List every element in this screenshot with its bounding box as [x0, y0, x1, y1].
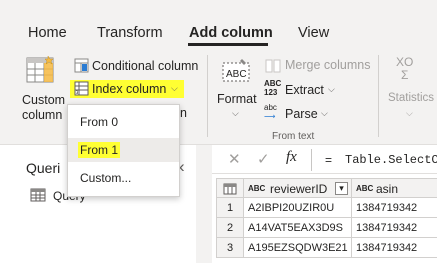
column-header-label: asin — [376, 182, 399, 196]
conditional-column-label: Conditional column — [92, 59, 199, 73]
format-label: Format — [217, 92, 257, 106]
extract-icon-top: ABC — [264, 79, 282, 88]
format-icon: ABC — [222, 59, 250, 82]
table-cell[interactable]: A2IBPI20UZIR0U — [244, 198, 352, 218]
statistics-icon-top: XO — [396, 55, 414, 69]
text-type-icon: ABC — [356, 184, 374, 193]
index-column-menu: From 0 From 1 Custom... — [67, 104, 180, 197]
custom-column-icon — [26, 55, 54, 83]
statistics-button[interactable]: XO Σ Statistics ⌵ — [385, 55, 435, 125]
grid-corner-table-button[interactable] — [216, 178, 244, 198]
formula-equals: = — [325, 153, 333, 167]
svg-text:ABC: ABC — [226, 69, 247, 80]
extract-icon-bottom: 123 — [264, 88, 278, 97]
statistics-label: Statistics — [388, 92, 435, 104]
merge-columns-icon — [265, 59, 281, 73]
column-header-label: reviewerID — [270, 182, 328, 196]
column-header-asin[interactable]: ABC asin — [352, 178, 437, 198]
formula-bar-separator — [311, 149, 312, 171]
menu-item-label: From 0 — [80, 115, 119, 129]
commit-formula-icon[interactable]: ✓ — [257, 150, 270, 168]
conditional-column-icon — [74, 58, 89, 73]
custom-column-label-line1: Custom — [22, 93, 66, 107]
conditional-column-button[interactable]: Conditional column — [72, 57, 202, 75]
index-column-label: Index column — [92, 82, 167, 96]
menu-item-custom[interactable]: Custom... — [68, 166, 179, 190]
tab-view[interactable]: View — [298, 25, 329, 41]
chevron-down-icon: ⌵ — [328, 84, 335, 94]
tab-transform[interactable]: Transform — [97, 25, 163, 41]
index-column-icon: 3 — [74, 81, 89, 96]
statistics-icon-bottom: Σ — [400, 68, 409, 82]
table-cell[interactable]: A195EZSQDW3E21 — [244, 238, 352, 258]
row-number[interactable]: 2 — [216, 218, 244, 238]
merge-columns-button[interactable]: Merge columns — [263, 57, 373, 75]
parse-button[interactable]: abc ⟶ Parse ⌵ — [263, 103, 343, 124]
pane-splitter[interactable] — [196, 145, 212, 263]
text-type-icon: ABC — [248, 184, 266, 193]
table-cell[interactable]: 1384719342 — [352, 238, 437, 258]
table-cell[interactable]: 1384719342 — [352, 218, 437, 238]
ribbon-separator — [378, 55, 379, 137]
ribbon-separator — [207, 55, 208, 137]
chevron-down-icon: ⌵ — [232, 108, 239, 118]
parse-icon: abc ⟶ — [264, 103, 277, 121]
data-grid: ABC reviewerID ▾ ABC asin 1 A2IBPI20UZIR… — [216, 178, 437, 263]
merge-columns-label: Merge columns — [285, 58, 371, 72]
parse-label: Parse — [285, 107, 318, 121]
index-column-button[interactable]: 3 Index column ⌵ — [70, 80, 184, 98]
extract-icon: ABC 123 — [264, 79, 281, 97]
fx-icon[interactable]: fx — [286, 149, 297, 166]
chevron-down-icon: ⌵ — [406, 108, 413, 118]
custom-column-label-line2: column — [22, 108, 63, 122]
cancel-formula-icon[interactable]: ✕ — [228, 150, 241, 168]
chevron-down-icon: ⌵ — [321, 108, 328, 118]
parse-icon-text: abc — [264, 103, 277, 112]
tab-home[interactable]: Home — [28, 25, 67, 41]
table-cell[interactable]: 1384719342 — [352, 198, 437, 218]
from-text-group-label: From text — [272, 131, 315, 142]
svg-text:3: 3 — [76, 90, 79, 95]
table-icon — [30, 188, 46, 202]
extract-label: Extract — [285, 83, 324, 97]
table-icon — [223, 183, 237, 195]
table-cell[interactable]: A14VAT5EAX3D9S — [244, 218, 352, 238]
extract-button[interactable]: ABC 123 Extract ⌵ — [263, 79, 343, 100]
queries-pane-title: Queri — [26, 160, 61, 176]
formula-input[interactable]: Table.SelectCo — [345, 153, 437, 167]
chevron-down-icon: ⌵ — [171, 83, 178, 93]
menu-item-label: Custom... — [80, 171, 132, 185]
duplicate-column-label-fragment: n — [180, 106, 187, 120]
format-button[interactable]: ABC Format ⌵ — [214, 55, 258, 125]
column-header-reviewerid[interactable]: ABC reviewerID ▾ — [244, 178, 352, 198]
filter-dropdown-icon[interactable]: ▾ — [335, 182, 348, 195]
menu-item-from-1[interactable]: From 1 — [68, 138, 179, 162]
row-number[interactable]: 1 — [216, 198, 244, 218]
tab-add-column[interactable]: Add column — [189, 25, 273, 41]
row-number[interactable]: 3 — [216, 238, 244, 258]
menu-item-from-0[interactable]: From 0 — [68, 110, 179, 134]
statistics-icon: XO Σ — [396, 56, 413, 82]
menu-item-label: From 1 — [78, 142, 121, 158]
